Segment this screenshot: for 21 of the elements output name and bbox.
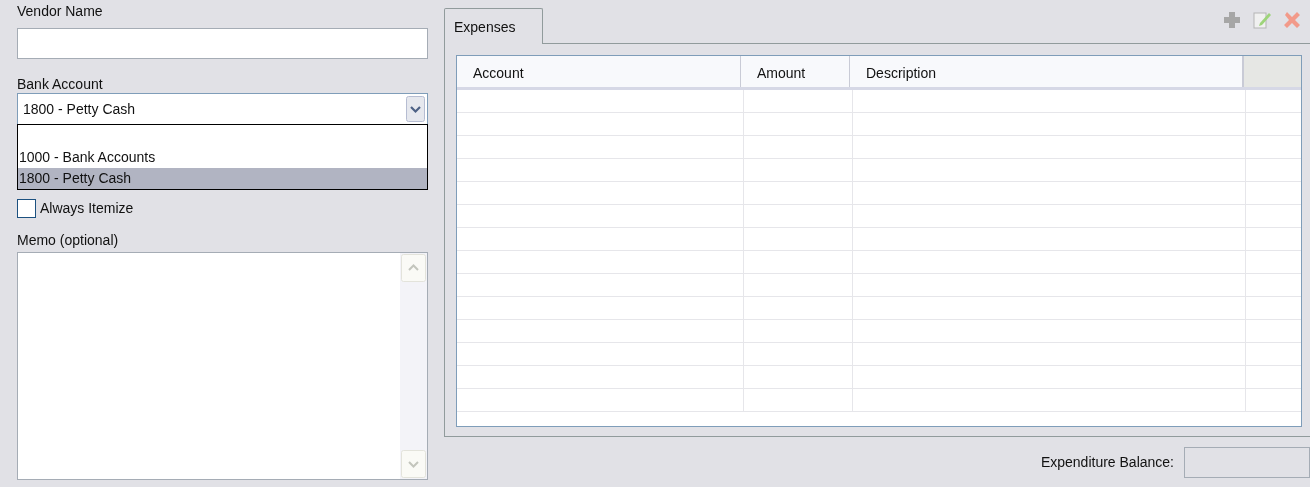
column-header[interactable]: Account <box>457 56 741 87</box>
bank-account-dropdown[interactable]: 1800 - Petty Cash <box>17 93 428 125</box>
scroll-down-icon[interactable] <box>401 450 426 478</box>
field-label: Bank Account <box>17 76 104 93</box>
scroll-up-icon[interactable] <box>401 254 426 282</box>
checkbox[interactable] <box>17 198 36 218</box>
tab[interactable]: Expenses <box>444 8 543 44</box>
memo-field[interactable] <box>17 252 428 480</box>
field-label: Memo (optional) <box>17 232 120 249</box>
dropdown-option[interactable]: 1800 - Petty Cash <box>18 168 427 189</box>
header-corner <box>1243 56 1301 87</box>
column-header[interactable]: Amount <box>741 56 850 87</box>
scrollbar[interactable] <box>400 253 427 479</box>
caret-icon <box>406 96 425 122</box>
field-label: Expenditure Balance: <box>1040 452 1174 472</box>
field-label: Vendor Name <box>17 3 104 21</box>
plus-icon[interactable] <box>1222 10 1242 30</box>
edit-icon[interactable] <box>1252 10 1272 30</box>
vendor-name-field[interactable] <box>17 28 428 59</box>
delete-icon[interactable] <box>1282 10 1302 30</box>
checkbox-label[interactable]: Always Itemize <box>40 197 134 219</box>
